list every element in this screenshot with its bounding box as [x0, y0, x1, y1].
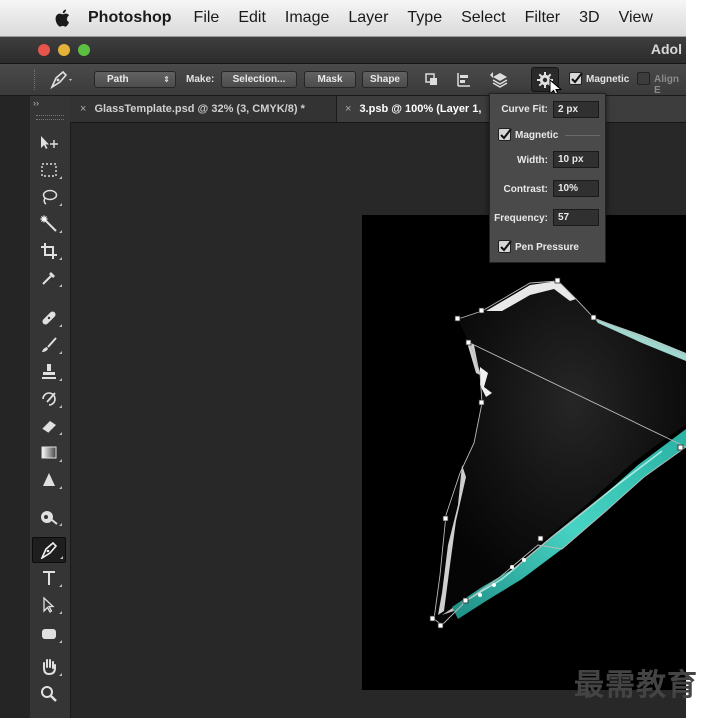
pen-pressure-label: Pen Pressure [515, 242, 579, 253]
menu-edit[interactable]: Edit [238, 9, 266, 27]
gradient-tool-icon[interactable] [34, 441, 64, 465]
tab-label: GlassTemplate.psd @ 32% (3, CMYK/8) * [94, 103, 305, 115]
menu-image[interactable]: Image [285, 9, 329, 27]
select-arrows-icon: ⇕ [163, 75, 170, 84]
magnetic-popup-checkbox[interactable] [498, 128, 512, 141]
menu-3d[interactable]: 3D [579, 9, 599, 27]
path-arrangement-icon[interactable] [489, 70, 511, 89]
pen-tool-icon[interactable] [32, 537, 66, 563]
path-alignment-icon[interactable] [455, 71, 473, 88]
crop-tool-icon[interactable] [34, 239, 64, 263]
marquee-tool-icon[interactable] [34, 158, 64, 182]
make-mask-button[interactable]: Mask [304, 71, 356, 88]
magnetic-popup-label: Magnetic [515, 130, 559, 141]
contrast-label: Contrast: [503, 184, 548, 195]
menu-view[interactable]: View [619, 9, 653, 27]
apple-logo-icon[interactable] [52, 7, 74, 29]
eraser-tool-icon[interactable] [34, 414, 64, 438]
pen-pressure-checkbox[interactable] [498, 240, 512, 253]
menu-type[interactable]: Type [407, 9, 442, 27]
tab-label: 3.psb @ 100% (Layer 1, [359, 103, 482, 115]
shape-tool-icon[interactable] [34, 622, 64, 646]
minimize-window-button[interactable] [58, 44, 70, 56]
dodge-tool-icon[interactable] [34, 505, 64, 529]
glass-shard-image [429, 277, 686, 629]
close-tab-icon[interactable]: × [345, 103, 351, 115]
menu-bar: Photoshop File Edit Image Layer Type Sel… [0, 0, 686, 37]
checkmark-icon [571, 72, 583, 84]
magnetic-checkbox[interactable] [569, 72, 583, 85]
blur-tool-icon[interactable] [34, 468, 64, 492]
magnetic-label: Magnetic [586, 74, 630, 85]
path-mode-value: Path [107, 74, 129, 85]
section-divider [565, 135, 600, 136]
align-edges-checkbox[interactable] [637, 72, 650, 85]
options-bar: Path ⇕ Make: Selection... Mask Shape Mag… [0, 64, 686, 97]
tab-glass-template[interactable]: × GlassTemplate.psd @ 32% (3, CMYK/8) * [70, 96, 335, 122]
menu-select[interactable]: Select [461, 9, 505, 27]
expand-panel-icon[interactable]: ›› [33, 98, 39, 108]
lasso-tool-icon[interactable] [34, 185, 64, 209]
title-bar: Adol [0, 37, 686, 64]
tools-grip-icon [36, 115, 64, 120]
options-bar-grip[interactable] [34, 69, 38, 90]
type-tool-icon[interactable] [34, 566, 64, 590]
close-tab-icon[interactable]: × [80, 103, 86, 115]
curve-fit-label: Curve Fit: [501, 104, 548, 115]
width-label: Width: [516, 155, 548, 166]
magic-wand-tool-icon[interactable] [34, 212, 64, 236]
tools-panel-header[interactable]: ›› [30, 96, 70, 124]
pen-tool-preset-icon[interactable] [48, 69, 74, 90]
document-canvas[interactable] [362, 215, 686, 690]
make-label: Make: [186, 74, 215, 85]
watermark-text: 最需教育 [574, 668, 698, 703]
checkmark-icon [500, 240, 512, 252]
checkmark-icon [500, 128, 512, 140]
curve-fit-input[interactable]: 2 px [553, 101, 599, 118]
window-title: Adol [650, 41, 682, 57]
menu-filter[interactable]: Filter [525, 9, 561, 27]
eyedropper-tool-icon[interactable] [34, 266, 64, 290]
contrast-input[interactable]: 10% [553, 180, 599, 197]
align-edges-label: Align E [654, 74, 679, 96]
menu-file[interactable]: File [194, 9, 220, 27]
photoshop-window: Photoshop File Edit Image Layer Type Sel… [0, 0, 686, 718]
zoom-window-button[interactable] [78, 44, 90, 56]
healing-brush-tool-icon[interactable] [34, 306, 64, 330]
menu-layer[interactable]: Layer [348, 9, 388, 27]
path-operations-icon[interactable] [423, 71, 441, 88]
brush-tool-icon[interactable] [34, 333, 64, 357]
history-brush-tool-icon[interactable] [34, 387, 64, 411]
make-selection-button[interactable]: Selection... [221, 71, 297, 88]
zoom-tool-icon[interactable] [34, 682, 64, 706]
menu-app-name[interactable]: Photoshop [88, 9, 172, 27]
make-shape-button[interactable]: Shape [362, 71, 408, 88]
frequency-label: Frequency: [494, 213, 548, 224]
close-window-button[interactable] [38, 44, 50, 56]
pen-options-popup: Curve Fit: 2 px Magnetic Width: 10 px Co… [489, 93, 606, 263]
move-tool-icon[interactable] [34, 131, 64, 155]
width-input[interactable]: 10 px [553, 151, 599, 168]
path-mode-select[interactable]: Path ⇕ [94, 71, 176, 88]
clone-stamp-tool-icon[interactable] [34, 360, 64, 384]
frequency-input[interactable]: 57 [553, 209, 599, 226]
path-selection-tool-icon[interactable] [34, 593, 64, 617]
hand-tool-icon[interactable] [34, 655, 64, 679]
